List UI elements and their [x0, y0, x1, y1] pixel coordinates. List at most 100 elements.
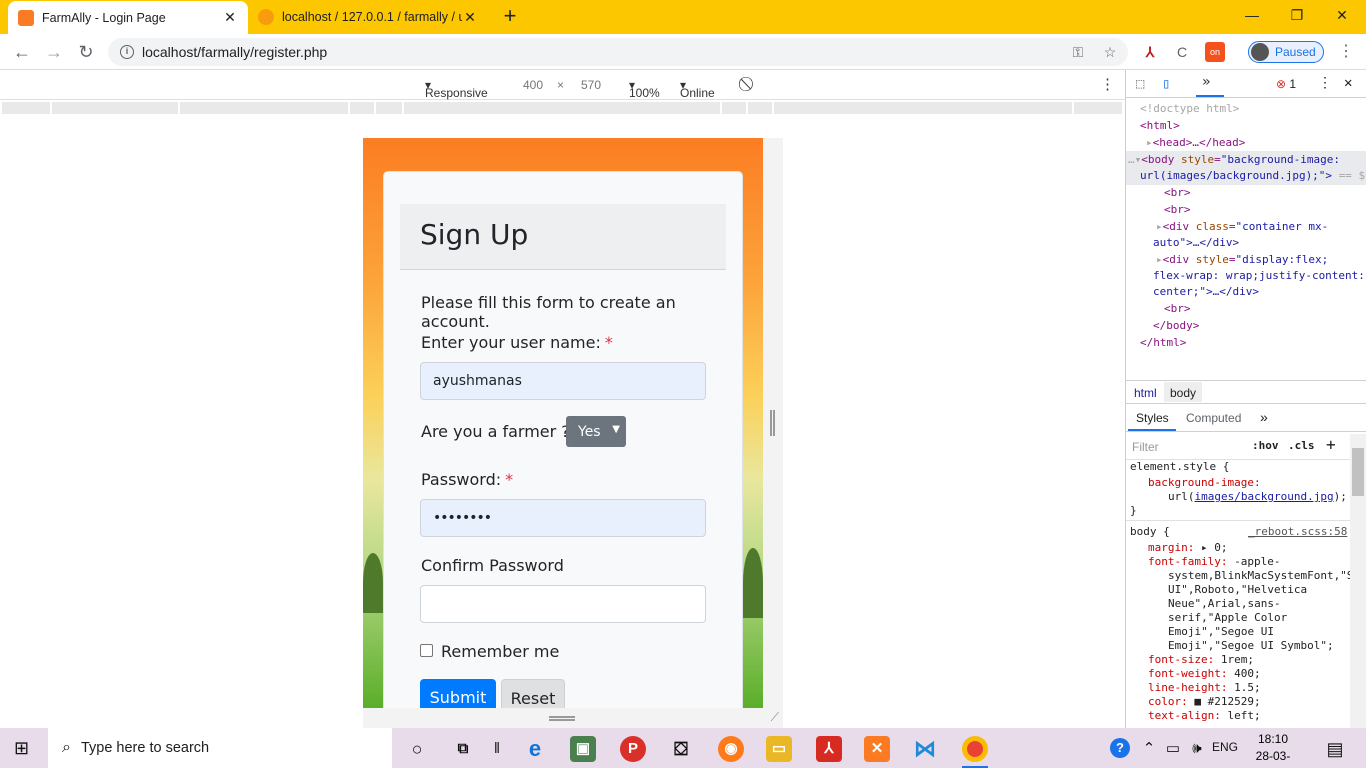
dom-br[interactable]: <br>: [1164, 302, 1191, 315]
chrome-menu-icon[interactable]: ⋮: [1336, 42, 1356, 62]
element-style-prop[interactable]: background-image:: [1148, 476, 1261, 489]
profile-button[interactable]: Paused: [1248, 41, 1324, 63]
language-indicator[interactable]: ENG: [1212, 740, 1238, 754]
app-icon[interactable]: ▣: [570, 736, 596, 762]
more-panels-icon[interactable]: »: [1202, 74, 1210, 90]
ruler-segment[interactable]: [376, 102, 404, 114]
width-input[interactable]: 400: [523, 78, 543, 92]
hov-toggle[interactable]: :hov: [1252, 439, 1279, 452]
styles-scrollbar-thumb[interactable]: [1352, 448, 1364, 496]
responsive-dropdown[interactable]: Responsive ▾: [425, 78, 488, 100]
height-resize-handle[interactable]: ⟋: [363, 708, 783, 728]
css-declaration[interactable]: font-family: -apple-: [1148, 555, 1280, 568]
css-declaration[interactable]: system,BlinkMacSystemFont,"S: [1168, 569, 1353, 582]
more-tabs-icon[interactable]: »: [1260, 409, 1268, 425]
css-declaration[interactable]: font-size: 1rem;: [1148, 653, 1254, 666]
media-query-ruler[interactable]: [0, 100, 1125, 116]
cls-toggle[interactable]: .cls: [1288, 439, 1315, 452]
css-url-link[interactable]: images/background.jpg: [1195, 490, 1334, 503]
ruler-segment[interactable]: [350, 102, 376, 114]
maximize-button[interactable]: ❐: [1277, 4, 1317, 28]
expand-arrow-icon[interactable]: ▸: [1146, 136, 1153, 149]
address-bar[interactable]: i localhost/farmally/register.php: [108, 38, 1128, 66]
firefox-icon[interactable]: ◉: [718, 736, 744, 762]
width-resize-handle[interactable]: [763, 138, 783, 708]
zoom-dropdown[interactable]: 100% ▾: [629, 78, 660, 100]
devtools-menu-icon[interactable]: ⋮: [1318, 75, 1332, 91]
file-explorer-icon[interactable]: ▭: [766, 736, 792, 762]
ruler-segment[interactable]: [52, 102, 180, 114]
volume-icon[interactable]: 🕪: [1184, 736, 1210, 762]
acrobat-icon[interactable]: ⅄: [816, 736, 842, 762]
ruler-segment[interactable]: [748, 102, 774, 114]
remember-label[interactable]: Remember me: [441, 642, 559, 661]
help-icon[interactable]: ?: [1110, 738, 1130, 758]
error-counter[interactable]: ⊗ 1: [1276, 77, 1296, 91]
remember-checkbox[interactable]: [420, 644, 433, 657]
dom-br[interactable]: <br>: [1164, 186, 1191, 199]
dom-head[interactable]: ▸<head>…</head>: [1146, 136, 1245, 149]
clock[interactable]: 18:10 28-03-2020: [1248, 731, 1298, 768]
password-input[interactable]: ••••••••: [420, 499, 706, 537]
reload-icon[interactable]: ↻: [74, 40, 98, 64]
minimize-button[interactable]: —: [1232, 4, 1272, 28]
body-rule-source-link[interactable]: _reboot.scss:58: [1248, 525, 1347, 538]
css-declaration[interactable]: color: ■ #212529;: [1148, 695, 1261, 708]
dom-div-flex[interactable]: ▸<div style="display:flex;: [1156, 253, 1328, 266]
extension-icon[interactable]: C: [1172, 42, 1192, 62]
dom-html-close[interactable]: </html>: [1140, 336, 1186, 349]
css-declaration[interactable]: line-height: 1.5;: [1148, 681, 1261, 694]
chrome-icon[interactable]: [962, 736, 988, 762]
devtools-close-icon[interactable]: ✕: [1344, 75, 1352, 91]
expand-arrow-icon[interactable]: ▸: [1156, 253, 1163, 266]
dom-div-container[interactable]: ▸<div class="container mx-: [1156, 220, 1328, 233]
css-declaration[interactable]: font-weight: 400;: [1148, 667, 1261, 680]
dom-br[interactable]: <br>: [1164, 203, 1191, 216]
device-menu-icon[interactable]: ⋮: [1100, 75, 1115, 93]
css-declaration[interactable]: text-align: left;: [1148, 709, 1261, 722]
bookmark-star-icon[interactable]: ☆: [1100, 42, 1120, 62]
element-style-selector[interactable]: element.style {: [1130, 460, 1229, 473]
tab-computed[interactable]: Computed: [1186, 411, 1241, 425]
ruler-segment[interactable]: [1074, 102, 1124, 114]
cortana-icon[interactable]: ○: [404, 736, 430, 762]
crumb-body[interactable]: body: [1164, 382, 1203, 402]
p-app-icon[interactable]: P: [620, 736, 646, 762]
css-declaration[interactable]: UI",Roboto,"Helvetica: [1168, 583, 1307, 596]
css-declaration[interactable]: serif,"Apple Color: [1168, 611, 1287, 624]
xampp-icon[interactable]: ✕: [864, 736, 890, 762]
close-tab-icon[interactable]: ✕: [222, 9, 238, 26]
pdf-extension-icon[interactable]: ⅄: [1140, 42, 1160, 62]
network-dropdown[interactable]: Online ▾: [680, 78, 715, 100]
body-rule-selector[interactable]: body {: [1130, 525, 1170, 538]
ruler-segment[interactable]: [180, 102, 350, 114]
css-declaration[interactable]: Neue",Arial,sans-: [1168, 597, 1281, 610]
css-declaration[interactable]: Emoji","Segoe UI Symbol";: [1168, 639, 1334, 652]
crumb-html[interactable]: html: [1134, 386, 1157, 400]
dom-html[interactable]: <html>: [1140, 119, 1180, 132]
vscode-icon[interactable]: ⋈: [912, 736, 938, 762]
reset-button[interactable]: Reset: [501, 679, 565, 708]
farmer-select[interactable]: Yes ▼: [566, 416, 626, 447]
store-icon[interactable]: ⛋: [668, 736, 694, 762]
new-rule-icon[interactable]: +: [1326, 435, 1336, 454]
height-input[interactable]: 570: [581, 78, 601, 92]
inspect-element-icon[interactable]: ⬚: [1136, 76, 1144, 92]
extension-on-icon[interactable]: on: [1205, 42, 1225, 62]
dom-body[interactable]: …▾<body style="background-image:: [1128, 153, 1340, 166]
submit-button[interactable]: Submit: [420, 679, 496, 708]
expand-arrow-icon[interactable]: ▸: [1156, 220, 1163, 233]
ruler-segment[interactable]: [2, 102, 52, 114]
tab-phpmyadmin[interactable]: localhost / 127.0.0.1 / farmally / u ✕: [248, 0, 488, 34]
back-icon[interactable]: ←: [10, 40, 34, 64]
dom-doctype[interactable]: <!doctype html>: [1140, 102, 1239, 115]
info-icon[interactable]: i: [120, 45, 134, 59]
css-declaration[interactable]: margin: ▸ 0;: [1148, 541, 1227, 554]
close-tab-icon[interactable]: ✕: [462, 9, 478, 26]
tray-chevron-icon[interactable]: ⌃: [1136, 736, 1162, 762]
styles-filter-input[interactable]: Filter: [1132, 440, 1159, 454]
corner-resize-icon[interactable]: ⟋: [771, 710, 779, 725]
edge-icon[interactable]: e: [522, 736, 548, 762]
forward-icon[interactable]: →: [42, 40, 66, 64]
taskbar-search[interactable]: ⌕ Type here to search: [48, 728, 392, 768]
